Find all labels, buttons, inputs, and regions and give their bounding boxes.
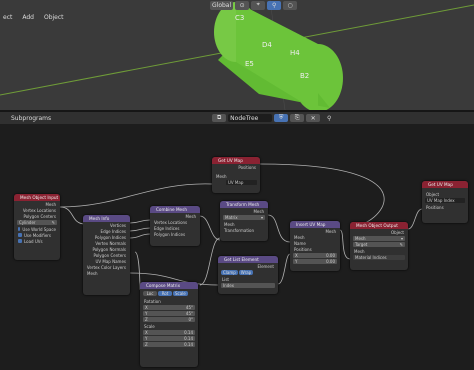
menu-object[interactable]: Object (41, 13, 67, 22)
x-field[interactable]: X 0.00 (293, 253, 337, 258)
proportional-icon[interactable]: ○ (283, 0, 298, 10)
scale-button[interactable]: Scale (173, 291, 188, 296)
node-get-uv-map[interactable]: Get UV Map Positions Mesh UV Map (212, 157, 260, 193)
socket-label: Polygon Indices (154, 231, 186, 237)
scale-y-field[interactable]: Y 0.14 (143, 336, 195, 341)
socket-label: Mesh (87, 270, 98, 276)
uv-label: E5 (245, 60, 254, 68)
socket-label: Positions (426, 204, 444, 210)
section-label: Rotation (144, 298, 161, 304)
node-header[interactable]: Transform Mesh (220, 201, 268, 208)
node-insert-uv-map[interactable]: Insert UV Map Mesh Mesh Name Positions X… (290, 221, 340, 271)
mode-buttons: Clamp Wrap (221, 270, 275, 275)
socket-label: Mesh (253, 208, 264, 214)
socket-label: List (222, 276, 229, 282)
menu-select[interactable]: ect (0, 13, 15, 22)
node-canvas[interactable]: Mesh Object Input Mesh Vertex Locations … (0, 124, 474, 370)
uv-map-index-field[interactable]: UV Map Index (425, 198, 465, 203)
y-field[interactable]: Y 0.00 (293, 259, 337, 264)
node-mesh-info[interactable]: Mesh Info Vertices Edge Indices Polygon … (83, 215, 130, 295)
loc-button[interactable]: Loc (143, 291, 157, 296)
node-mesh-object-output[interactable]: Mesh Object Output Object Mesh ▾ Target ✎ … (350, 222, 408, 270)
node-header[interactable]: Mesh Info (83, 215, 130, 222)
snap-toggle[interactable]: ⚲ (267, 0, 282, 10)
section-label: Scale (144, 323, 155, 329)
socket-label: Element (257, 263, 274, 269)
rot-z-field[interactable]: Z 0° (143, 317, 195, 322)
socket-label: Mesh (216, 173, 227, 179)
scale-z-field[interactable]: Z 0.14 (143, 342, 195, 347)
uv-label: D4 (262, 41, 272, 49)
node-header[interactable]: Mesh Object Input (14, 194, 60, 201)
socket-label: Vertex Color Layers (86, 264, 126, 270)
node-combine-mesh[interactable]: Combine Mesh Mesh Vertex Locations Edge … (150, 206, 200, 246)
node-header[interactable]: Insert UV Map (290, 221, 340, 228)
viewport-tools: Global ⊙ ⌖ ⚲ ○ (210, 0, 298, 10)
socket-label: Polygon Centers (23, 213, 56, 219)
socket-label: Positions (294, 246, 312, 252)
mode-dropdown[interactable]: Matrix ▾ (223, 215, 265, 220)
node-header[interactable]: Mesh Object Output (350, 222, 408, 229)
pin-icon[interactable]: ⚲ (322, 114, 336, 122)
node-get-list-element[interactable]: Get List Element Element Clamp Wrap List… (218, 256, 278, 294)
material-indices-field[interactable]: Material Indices (353, 255, 405, 260)
rot-y-field[interactable]: Y 45° (143, 311, 195, 316)
socket-label: Transformation (224, 227, 255, 233)
menu-add[interactable]: Add (19, 13, 37, 22)
node-header[interactable]: Combine Mesh (150, 206, 200, 213)
node-editor-header: Subprograms ⧉ NodeTree ⛨ ⎘ ✕ ⚲ (0, 112, 474, 124)
close-icon[interactable]: ✕ (306, 114, 321, 122)
uv-label: H4 (290, 49, 300, 57)
socket-label: Object (426, 191, 440, 197)
rot-button[interactable]: Rot (158, 291, 172, 296)
uv-map-field[interactable]: UV Map (226, 180, 257, 185)
target-field[interactable]: Target ✎ (353, 242, 405, 247)
pivot-icon[interactable]: ⊙ (235, 0, 250, 10)
tree-type-icon[interactable]: ⧉ (212, 114, 227, 122)
wrap-button[interactable]: Wrap (238, 270, 254, 275)
mode-buttons: Loc Rot Scale (143, 291, 195, 296)
fake-user-icon[interactable]: ⛨ (274, 114, 289, 122)
object-field[interactable]: Cylinder ✎ (17, 220, 57, 225)
uv-label: B2 (300, 72, 309, 80)
node-mesh-object-input[interactable]: Mesh Object Input Mesh Vertex Locations … (14, 194, 60, 260)
transform-orientation[interactable]: Global (210, 0, 234, 10)
snap-icon[interactable]: ⌖ (251, 0, 266, 10)
scale-x-field[interactable]: X 0.14 (143, 330, 195, 335)
node-header[interactable]: Get List Element (218, 256, 278, 263)
node-transform-mesh[interactable]: Transform Mesh Mesh Matrix ▾ Mesh Transfo… (220, 201, 268, 241)
node-header[interactable]: Get UV Map (212, 157, 260, 164)
object-name: Cylinder (19, 220, 36, 225)
index-field[interactable]: Index (221, 283, 275, 288)
menu-subprograms[interactable]: Subprograms (8, 114, 54, 123)
socket-label: Mesh (354, 248, 365, 254)
option-row[interactable]: Load UVs (14, 238, 60, 244)
new-tree-icon[interactable]: ⎘ (290, 114, 305, 122)
node-header[interactable]: Get UV Map (422, 181, 468, 188)
node-get-uv-map-2[interactable]: Get UV Map Object UV Map Index Positions (422, 181, 468, 223)
node-header[interactable]: Compose Matrix (140, 282, 198, 289)
socket-label: Object (390, 229, 404, 235)
tree-name-field[interactable]: NodeTree (228, 114, 273, 122)
3d-viewport[interactable]: C3 H4 D4 B2 E5 ect Add Object Global ⊙ ⌖… (0, 0, 474, 110)
viewport-header: ect Add Object (0, 11, 474, 24)
rot-x-field[interactable]: X 45° (143, 305, 195, 310)
type-dropdown[interactable]: Mesh ▾ (353, 236, 405, 241)
node-compose-matrix[interactable]: Compose Matrix Loc Rot Scale Rotation X4… (140, 282, 198, 367)
clamp-button[interactable]: Clamp (221, 270, 238, 275)
